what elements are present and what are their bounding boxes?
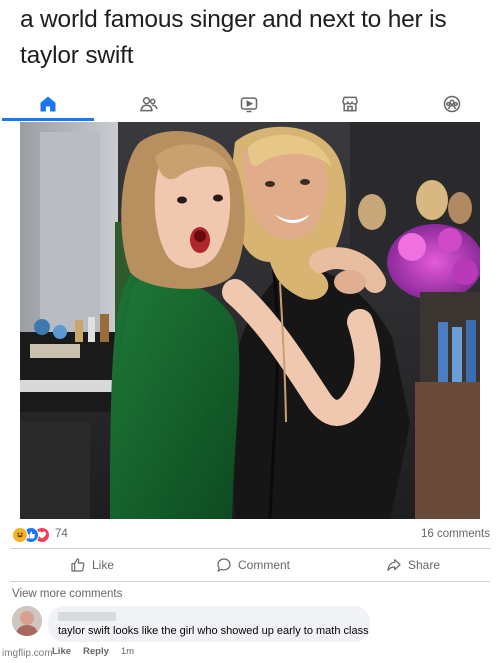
- reactions-row: 74 16 comments: [10, 526, 490, 546]
- share-label: Share: [408, 558, 441, 572]
- thumbs-up-icon: [71, 558, 85, 572]
- comment-text: taylor swift looks like the girl who sho…: [58, 625, 369, 637]
- comment-icon: [217, 558, 231, 573]
- video-icon: [240, 97, 258, 113]
- tab-home[interactable]: [0, 86, 96, 122]
- view-more-comments[interactable]: View more comments: [12, 588, 122, 600]
- watermark: imgflip.com: [2, 648, 53, 659]
- divider-top: [10, 548, 490, 549]
- reaction-icons[interactable]: [12, 527, 50, 543]
- tab-friends[interactable]: [101, 86, 197, 122]
- home-icon: [40, 96, 56, 112]
- comment-button[interactable]: Comment: [216, 554, 290, 576]
- comment-author-redacted: [58, 612, 116, 621]
- comment-meta: Like Reply 1m: [52, 646, 134, 657]
- friends-icon: [140, 97, 158, 112]
- marketplace-icon: [342, 96, 358, 112]
- comment-bubble: taylor swift looks like the girl who sho…: [48, 606, 370, 642]
- post-photo[interactable]: [20, 122, 480, 519]
- post-photo-image: [20, 122, 480, 519]
- share-button[interactable]: Share: [386, 554, 440, 576]
- comment-reply-button[interactable]: Reply: [83, 646, 109, 657]
- tab-video[interactable]: [201, 86, 297, 122]
- groups-icon: [443, 95, 461, 113]
- like-label: Like: [92, 558, 115, 572]
- share-icon: [387, 559, 401, 571]
- haha-icon: [12, 527, 28, 543]
- divider-bottom: [10, 581, 490, 582]
- like-button[interactable]: Like: [70, 554, 114, 576]
- comments-count[interactable]: 16 comments: [421, 528, 490, 540]
- avatar[interactable]: [12, 606, 42, 636]
- reaction-count[interactable]: 74: [55, 528, 68, 540]
- comment-like-button[interactable]: Like: [52, 646, 71, 657]
- action-bar: Like Comment Share: [10, 552, 490, 578]
- comment-timestamp: 1m: [120, 646, 135, 657]
- comment-label: Comment: [238, 558, 291, 572]
- active-tab-indicator: [2, 118, 94, 121]
- post-caption: a world famous singer and next to her is…: [20, 6, 447, 69]
- tab-groups[interactable]: [404, 86, 500, 122]
- tab-marketplace[interactable]: [302, 86, 398, 122]
- avatar-image: [12, 606, 42, 636]
- nav-bar: [0, 86, 500, 122]
